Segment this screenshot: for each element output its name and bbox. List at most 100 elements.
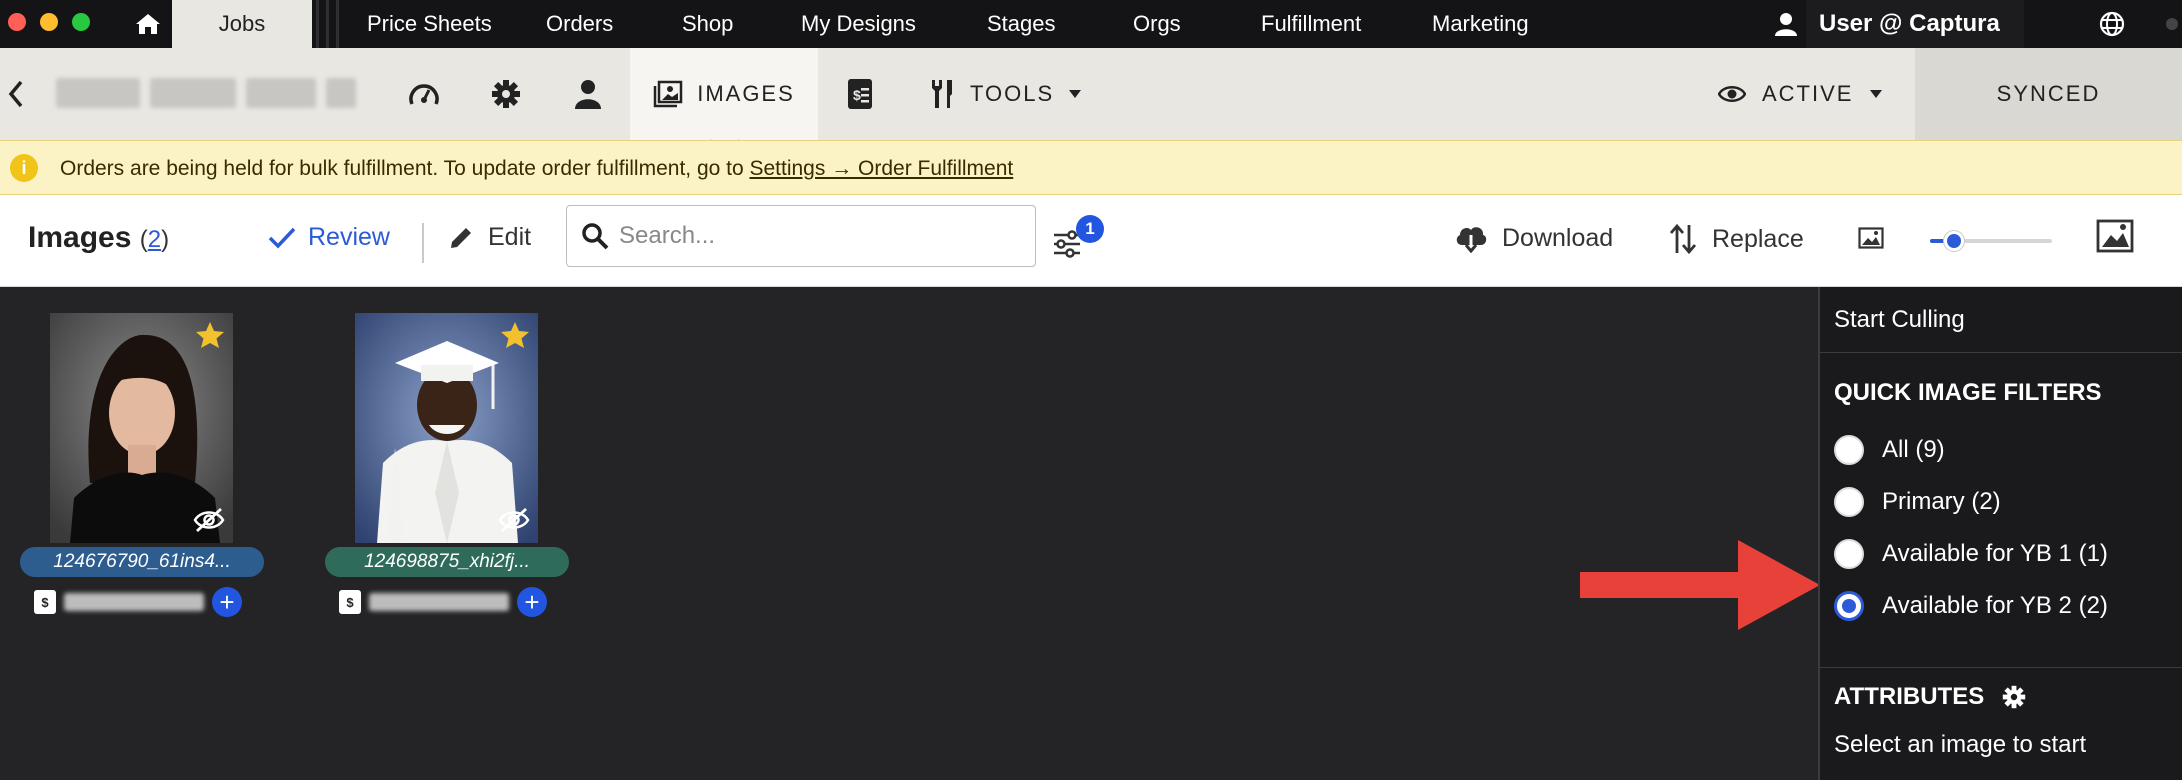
- nav-tab-jobs[interactable]: Jobs: [172, 0, 312, 48]
- attributes-hint: Select an image to start: [1834, 731, 2087, 758]
- hidden-eye-slash-icon[interactable]: [498, 507, 530, 533]
- dashboard-gauge-icon[interactable]: [406, 76, 442, 112]
- download-button[interactable]: Download: [1454, 223, 1613, 253]
- maximize-window-button[interactable]: [72, 13, 90, 31]
- images-title-text: Images: [28, 221, 132, 254]
- settings-gear-icon[interactable]: [2002, 685, 2026, 709]
- edit-label: Edit: [488, 223, 532, 251]
- image-gallery: 124676790_61ins4... $ + 124698875_xhi2fj…: [0, 287, 1818, 780]
- star-icon[interactable]: [500, 321, 530, 349]
- filter-settings-button[interactable]: 1: [1050, 215, 1104, 265]
- image-filename[interactable]: 124698875_xhi2fj...: [325, 547, 569, 577]
- synced-status-button[interactable]: SYNCED: [1915, 48, 2182, 140]
- add-button[interactable]: +: [517, 587, 547, 617]
- user-icon: [1775, 13, 1797, 36]
- images-count: (2): [139, 226, 170, 253]
- tools-menu[interactable]: TOOLS: [928, 48, 1082, 140]
- radio-button[interactable]: [1834, 487, 1864, 517]
- nav-orders[interactable]: Orders: [546, 0, 613, 48]
- add-button[interactable]: +: [212, 587, 242, 617]
- header-divider: [422, 223, 424, 263]
- subject-name-redacted: [64, 593, 204, 611]
- nav-stages[interactable]: Stages: [987, 0, 1056, 48]
- job-toolbar: IMAGES $ TOOLS ACTIVE SYNCED: [0, 48, 2182, 140]
- home-icon[interactable]: [124, 0, 172, 48]
- filter-option-all[interactable]: All (9): [1834, 435, 1945, 465]
- radio-button[interactable]: [1834, 539, 1864, 569]
- price-sheet-icon[interactable]: $: [34, 590, 56, 614]
- nav-divider: [316, 0, 319, 48]
- start-culling-button[interactable]: Start Culling: [1820, 287, 2182, 353]
- filters-panel: Start Culling QUICK IMAGE FILTERS All (9…: [1818, 287, 2182, 780]
- image-thumbnail[interactable]: [355, 313, 538, 543]
- image-meta-row: $ +: [34, 587, 242, 617]
- nav-price-sheets[interactable]: Price Sheets: [367, 0, 492, 48]
- user-menu[interactable]: User @ Captura: [1775, 0, 2000, 48]
- review-label: Review: [308, 223, 390, 251]
- job-title-redacted: [56, 78, 356, 110]
- subject-name-redacted: [369, 593, 509, 611]
- filter-option-primary[interactable]: Primary (2): [1834, 487, 2001, 517]
- filter-option-yb1[interactable]: Available for YB 1 (1): [1834, 539, 2108, 569]
- filter-label: Available for YB 2 (2): [1882, 592, 2108, 619]
- back-arrow-icon[interactable]: [6, 78, 26, 115]
- banner-text: Orders are being held for bulk fulfillme…: [60, 157, 750, 180]
- nav-divider: [326, 0, 329, 48]
- radio-button[interactable]: [1834, 435, 1864, 465]
- price-sheet-icon[interactable]: $: [339, 590, 361, 614]
- image-filename[interactable]: 124676790_61ins4...: [20, 547, 264, 577]
- nav-orgs[interactable]: Orgs: [1133, 0, 1181, 48]
- tab-images-label: IMAGES: [697, 81, 795, 106]
- large-thumbnail-icon[interactable]: [2096, 219, 2134, 258]
- replace-button[interactable]: Replace: [1668, 223, 1804, 255]
- globe-icon[interactable]: [2098, 10, 2126, 43]
- filter-label: Available for YB 1 (1): [1882, 540, 2108, 567]
- nav-fulfillment[interactable]: Fulfillment: [1261, 0, 1361, 48]
- images-icon: [653, 80, 683, 108]
- fulfillment-banner: i Orders are being held for bulk fulfill…: [0, 140, 2182, 195]
- nav-marketing[interactable]: Marketing: [1432, 0, 1529, 48]
- sort-arrows-icon: [1669, 223, 1697, 255]
- radio-button-selected[interactable]: [1834, 591, 1864, 621]
- tab-images[interactable]: IMAGES: [630, 48, 818, 140]
- pencil-icon: [451, 227, 471, 248]
- person-icon[interactable]: [570, 76, 606, 112]
- small-thumbnail-icon[interactable]: [1858, 227, 1884, 254]
- nav-my-designs[interactable]: My Designs: [801, 0, 916, 48]
- image-thumbnail[interactable]: [50, 313, 233, 543]
- svg-text:$: $: [853, 87, 861, 103]
- close-window-button[interactable]: [8, 13, 26, 31]
- quick-filters-heading: QUICK IMAGE FILTERS: [1834, 379, 2102, 406]
- red-arrow-annotation: [1580, 540, 1820, 630]
- review-mode-button[interactable]: Review: [268, 223, 390, 252]
- user-name: User @ Captura: [1819, 10, 2000, 37]
- image-meta-row: $ +: [339, 587, 547, 617]
- filter-label: All (9): [1882, 436, 1945, 463]
- attributes-heading: ATTRIBUTES: [1834, 683, 2026, 711]
- download-label: Download: [1502, 223, 1614, 252]
- overflow-dot: [2166, 18, 2178, 30]
- images-count-link[interactable]: 2: [148, 226, 161, 253]
- star-icon[interactable]: [195, 321, 225, 349]
- hidden-eye-slash-icon[interactable]: [193, 507, 225, 533]
- nav-shop[interactable]: Shop: [682, 0, 733, 48]
- filter-option-yb2[interactable]: Available for YB 2 (2): [1834, 591, 2108, 621]
- thumbnail-size-slider[interactable]: [1930, 231, 2052, 251]
- settings-gear-icon[interactable]: [488, 76, 524, 112]
- minimize-window-button[interactable]: [40, 13, 58, 31]
- top-nav: Jobs Price Sheets Orders Shop My Designs…: [0, 0, 2182, 48]
- visibility-status-dropdown[interactable]: ACTIVE: [1718, 48, 1883, 140]
- slider-handle[interactable]: [1944, 231, 1964, 251]
- attributes-title: ATTRIBUTES: [1834, 683, 1985, 710]
- filter-count-badge: 1: [1076, 215, 1104, 243]
- panel-divider: [1820, 667, 2182, 668]
- info-icon: i: [10, 154, 38, 182]
- edit-mode-button[interactable]: Edit: [448, 223, 531, 252]
- nav-divider: [336, 0, 339, 48]
- settings-fulfillment-link[interactable]: Settings → Order Fulfillment: [749, 157, 1013, 180]
- images-header: Images (2) Review Edit 1 Download Replac…: [0, 195, 2182, 287]
- search-box: [566, 205, 1036, 267]
- price-sheet-icon[interactable]: $: [842, 76, 878, 112]
- search-input[interactable]: [619, 222, 1019, 250]
- banner-message: Orders are being held for bulk fulfillme…: [60, 157, 1013, 181]
